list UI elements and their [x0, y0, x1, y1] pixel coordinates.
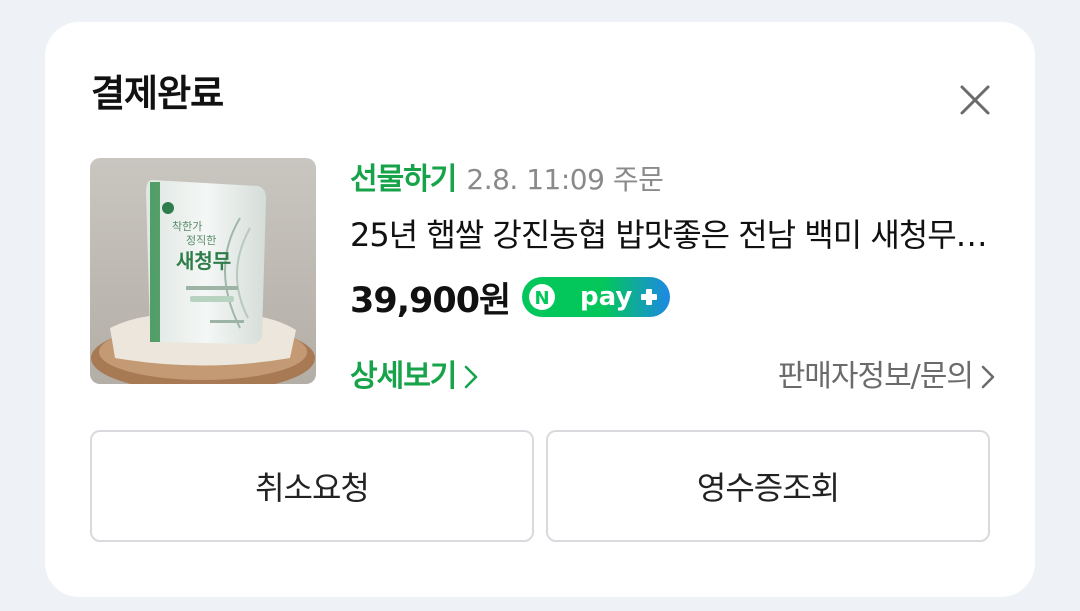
product-thumbnail[interactable]: 착한가 정직한 새청무: [90, 158, 316, 384]
svg-text:정직한: 정직한: [186, 234, 216, 247]
payment-complete-dialog: 결제완료 착한가 정직한 새청무 선물하기 2.8. 11:09 주문 25년 …: [45, 22, 1035, 597]
npay-label: pay: [580, 282, 633, 312]
order-type-label: 선물하기: [350, 162, 457, 197]
detail-link-label: 상세보기: [350, 359, 457, 394]
price: 39,900원: [350, 280, 511, 321]
close-icon[interactable]: [957, 82, 993, 118]
dialog-title: 결제완료: [91, 72, 224, 115]
svg-text:착한가: 착한가: [172, 220, 202, 233]
receipt-button[interactable]: 영수증조회: [546, 430, 990, 542]
seller-info-label: 판매자정보/문의: [777, 359, 974, 394]
cancel-request-button[interactable]: 취소요청: [90, 430, 534, 542]
order-date: 2.8. 11:09 주문: [466, 163, 664, 196]
svg-text:N: N: [535, 288, 550, 309]
order-meta: 선물하기 2.8. 11:09 주문: [350, 158, 664, 202]
chevron-right-icon: [981, 365, 995, 389]
bag-brand-text: 새청무: [176, 249, 231, 273]
seller-info-link[interactable]: 판매자정보/문의: [778, 354, 995, 400]
chevron-right-icon: [465, 365, 478, 389]
links-row: 상세보기 판매자정보/문의: [350, 354, 995, 400]
product-name[interactable]: 25년 햅쌀 강진농협 밥맛좋은 전남 백미 새청무 쌀: [350, 212, 990, 258]
detail-link[interactable]: 상세보기: [350, 354, 478, 400]
